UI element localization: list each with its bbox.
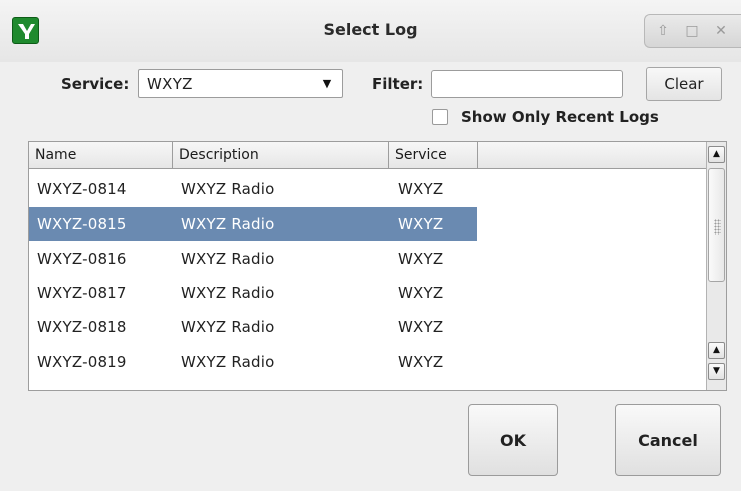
cell-description: WXYZ Radio (181, 250, 275, 268)
table-header: Name Description Service (29, 142, 707, 169)
filter-label: Filter: (372, 75, 424, 93)
service-value: WXYZ (147, 75, 193, 93)
table-row[interactable]: WXYZ-0817 WXYZ Radio WXYZ (29, 276, 477, 310)
cell-name: WXYZ-0817 (37, 284, 127, 302)
cancel-button[interactable]: Cancel (615, 404, 721, 476)
filter-input[interactable] (431, 70, 623, 98)
window-controls: ⇧ □ ✕ (644, 14, 741, 48)
column-header-name[interactable]: Name (29, 142, 173, 169)
title-bar: Select Log ⇧ □ ✕ (0, 0, 741, 62)
service-label: Service: (61, 75, 130, 93)
scroll-up-icon[interactable]: ▲ (708, 342, 725, 359)
log-table: Name Description Service WXYZ-0814 WXYZ … (28, 141, 727, 391)
cell-name: WXYZ-0819 (37, 353, 127, 371)
table-row[interactable]: WXYZ-0816 WXYZ Radio WXYZ (29, 242, 477, 276)
scroll-down-icon[interactable]: ▼ (708, 363, 725, 380)
cell-service: WXYZ (398, 215, 444, 233)
recent-logs-label: Show Only Recent Logs (461, 108, 659, 126)
table-row-selected[interactable]: WXYZ-0815 WXYZ Radio WXYZ (29, 207, 477, 241)
column-header-blank (478, 142, 707, 169)
grip-icon (714, 219, 721, 235)
cell-name: WXYZ-0814 (37, 180, 127, 198)
cell-description: WXYZ Radio (181, 353, 275, 371)
window-title: Select Log (323, 20, 418, 39)
table-row[interactable]: WXYZ-0818 WXYZ Radio WXYZ (29, 310, 477, 344)
cell-service: WXYZ (398, 284, 444, 302)
cell-service: WXYZ (398, 318, 444, 336)
chevron-down-icon[interactable]: ▼ (318, 76, 336, 92)
column-header-description[interactable]: Description (173, 142, 389, 169)
clear-button[interactable]: Clear (646, 67, 722, 101)
cell-name: WXYZ-0815 (37, 215, 127, 233)
cell-service: WXYZ (398, 180, 444, 198)
scrollbar-thumb[interactable] (708, 168, 725, 282)
cell-service: WXYZ (398, 250, 444, 268)
cell-description: WXYZ Radio (181, 180, 275, 198)
column-header-service[interactable]: Service (389, 142, 478, 169)
cell-description: WXYZ Radio (181, 318, 275, 336)
vertical-scrollbar[interactable]: ▲ ▲ ▼ (706, 142, 726, 390)
close-icon[interactable]: ✕ (712, 22, 730, 40)
ok-button[interactable]: OK (468, 404, 558, 476)
up-icon[interactable]: ⇧ (654, 22, 672, 40)
recent-logs-checkbox[interactable] (432, 109, 448, 125)
cell-name: WXYZ-0818 (37, 318, 127, 336)
cell-description: WXYZ Radio (181, 284, 275, 302)
cell-name: WXYZ-0816 (37, 250, 127, 268)
cell-service: WXYZ (398, 353, 444, 371)
maximize-icon[interactable]: □ (683, 22, 701, 40)
scroll-up-icon[interactable]: ▲ (708, 146, 725, 163)
table-row[interactable]: WXYZ-0819 WXYZ Radio WXYZ (29, 345, 477, 379)
table-row[interactable]: WXYZ-0814 WXYZ Radio WXYZ (29, 172, 477, 206)
cell-description: WXYZ Radio (181, 215, 275, 233)
service-combo[interactable]: WXYZ ▼ (138, 69, 343, 98)
